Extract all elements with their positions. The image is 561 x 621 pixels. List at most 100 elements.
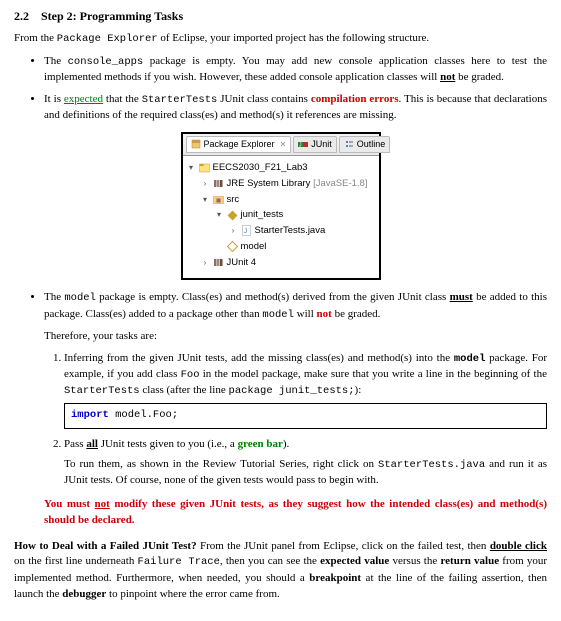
task-infer-classes: Inferring from the given JUnit tests, ad… bbox=[64, 351, 547, 429]
package-line-term: package junit_tests; bbox=[229, 385, 355, 397]
tree-label: junit_tests bbox=[241, 208, 284, 222]
failed-test-heading: How to Deal with a Failed JUnit Test? bbox=[14, 540, 197, 552]
package-explorer-icon bbox=[191, 139, 201, 149]
text: ). bbox=[283, 438, 289, 450]
startertests-term: StarterTests bbox=[142, 94, 218, 106]
text: versus the bbox=[389, 555, 440, 567]
failed-test-paragraph: How to Deal with a Failed JUnit Test? Fr… bbox=[14, 539, 547, 603]
tree-junit4[interactable]: › JUnit 4 bbox=[187, 255, 373, 271]
tab-outline[interactable]: Outline bbox=[339, 136, 391, 153]
green-bar-term: green bar bbox=[238, 438, 283, 450]
return-value-term: return value bbox=[440, 555, 499, 567]
chevron-right-icon[interactable]: › bbox=[229, 225, 238, 237]
project-tree: ▾ EECS2030_F21_Lab3 › JRE System Library… bbox=[183, 156, 379, 278]
bullet-item-expected-errors: It is expected that the StarterTests JUn… bbox=[44, 92, 547, 124]
breakpoint-term: breakpoint bbox=[309, 572, 361, 584]
double-click-term: double click bbox=[490, 540, 547, 552]
debugger-term: debugger bbox=[62, 588, 106, 600]
bullet-item-model-package: The model package is empty. Class(es) an… bbox=[44, 290, 547, 528]
text: ): bbox=[355, 384, 362, 396]
tree-label: EECS2030_F21_Lab3 bbox=[213, 161, 308, 175]
text: be graded. bbox=[332, 308, 381, 320]
library-icon bbox=[213, 257, 224, 268]
text: in the model package, make sure that you… bbox=[200, 368, 548, 380]
must-emphasis: must bbox=[450, 291, 473, 303]
text: From the JUnit panel from Eclipse, click… bbox=[197, 540, 490, 552]
tab-junit[interactable]: J JUnit bbox=[293, 136, 337, 153]
package-explorer-term: Package Explorer bbox=[57, 33, 158, 45]
text: JRE System Library bbox=[227, 178, 311, 189]
section-number: 2.2 bbox=[14, 9, 29, 23]
text: , then you can see the bbox=[220, 555, 320, 567]
src-folder-icon bbox=[213, 194, 224, 205]
tree-starter-tests-file[interactable]: › J StarterTests.java bbox=[187, 223, 373, 239]
expected-term: expected bbox=[64, 93, 103, 105]
model-term: model bbox=[262, 309, 294, 321]
text: to pinpoint where the error came from. bbox=[106, 588, 280, 600]
java-file-icon: J bbox=[241, 225, 252, 236]
startertests-file-term: StarterTests.java bbox=[378, 459, 485, 471]
text: From the bbox=[14, 32, 57, 44]
text: package is empty. Class(es) and method(s… bbox=[96, 291, 450, 303]
tab-label: Package Explorer bbox=[204, 138, 275, 151]
tree-project[interactable]: ▾ EECS2030_F21_Lab3 bbox=[187, 160, 373, 176]
bullet-list-2: The model package is empty. Class(es) an… bbox=[44, 290, 547, 528]
tree-junit-tests-pkg[interactable]: ▾ junit_tests bbox=[187, 207, 373, 223]
tree-label: src bbox=[227, 193, 240, 207]
tab-label: Outline bbox=[357, 138, 386, 151]
compilation-errors-term: compilation errors bbox=[311, 93, 399, 105]
project-icon bbox=[199, 162, 210, 173]
tree-src[interactable]: ▾ src bbox=[187, 192, 373, 208]
tree-label: JRE System Library [JavaSE-1.8] bbox=[227, 177, 368, 191]
package-explorer-figure: Package Explorer ✕ J JUnit Outline ▾ EEC… bbox=[14, 132, 547, 280]
tree-label: model bbox=[241, 240, 267, 254]
close-icon[interactable]: ✕ bbox=[280, 139, 287, 151]
numbered-tasks: Inferring from the given JUnit tests, ad… bbox=[64, 351, 547, 489]
chevron-down-icon[interactable]: ▾ bbox=[215, 209, 224, 221]
tree-model-pkg[interactable]: model bbox=[187, 239, 373, 255]
therefore-line: Therefore, your tasks are: bbox=[44, 329, 547, 345]
text: JUnit class contains bbox=[217, 93, 311, 105]
section-title: Step 2: Programming Tasks bbox=[41, 9, 183, 23]
console-apps-term: console_apps bbox=[68, 56, 144, 68]
startertests-term: StarterTests bbox=[64, 385, 140, 397]
text: be graded. bbox=[455, 71, 504, 83]
bullet-item-console-apps: The console_apps package is empty. You m… bbox=[44, 54, 547, 86]
text: [JavaSE-1.8] bbox=[310, 178, 367, 189]
package-explorer-panel: Package Explorer ✕ J JUnit Outline ▾ EEC… bbox=[181, 132, 381, 280]
run-instructions: To run them, as shown in the Review Tuto… bbox=[64, 457, 547, 489]
package-icon bbox=[227, 210, 238, 221]
text: Pass bbox=[64, 438, 86, 450]
text: that the bbox=[103, 93, 142, 105]
not-emphasis: not bbox=[95, 498, 110, 510]
import-path: model.Foo; bbox=[109, 409, 178, 421]
junit-icon: J bbox=[298, 139, 308, 149]
chevron-right-icon[interactable]: › bbox=[201, 257, 210, 269]
import-keyword: import bbox=[71, 409, 109, 421]
text: You must bbox=[44, 498, 95, 510]
explorer-tabs: Package Explorer ✕ J JUnit Outline bbox=[183, 134, 379, 156]
tree-label: StarterTests.java bbox=[255, 224, 326, 238]
tab-package-explorer[interactable]: Package Explorer ✕ bbox=[186, 136, 292, 153]
text: will bbox=[294, 308, 317, 320]
tree-label: JUnit 4 bbox=[227, 256, 257, 270]
foo-term: Foo bbox=[181, 369, 200, 381]
model-term: model bbox=[64, 292, 96, 304]
chevron-right-icon[interactable]: › bbox=[201, 178, 210, 190]
tab-label: JUnit bbox=[311, 138, 332, 151]
import-code-box: import model.Foo; bbox=[64, 403, 547, 428]
chevron-down-icon[interactable]: ▾ bbox=[201, 194, 210, 206]
text: class (after the line bbox=[140, 384, 229, 396]
failure-trace-term: Failure Trace bbox=[138, 556, 220, 568]
section-heading: 2.2 Step 2: Programming Tasks bbox=[14, 8, 547, 25]
task-pass-tests: Pass all JUnit tests given to you (i.e.,… bbox=[64, 437, 547, 489]
text: Inferring from the given JUnit tests, ad… bbox=[64, 352, 454, 364]
library-icon bbox=[213, 178, 224, 189]
tree-jre[interactable]: › JRE System Library [JavaSE-1.8] bbox=[187, 176, 373, 192]
not-emphasis: not bbox=[317, 308, 332, 320]
svg-text:J: J bbox=[244, 229, 247, 235]
text: modify these given JUnit tests, as they … bbox=[44, 498, 547, 526]
text: JUnit tests given to you (i.e., a bbox=[98, 438, 238, 450]
warning-do-not-modify: You must not modify these given JUnit te… bbox=[44, 497, 547, 529]
chevron-down-icon[interactable]: ▾ bbox=[187, 162, 196, 174]
